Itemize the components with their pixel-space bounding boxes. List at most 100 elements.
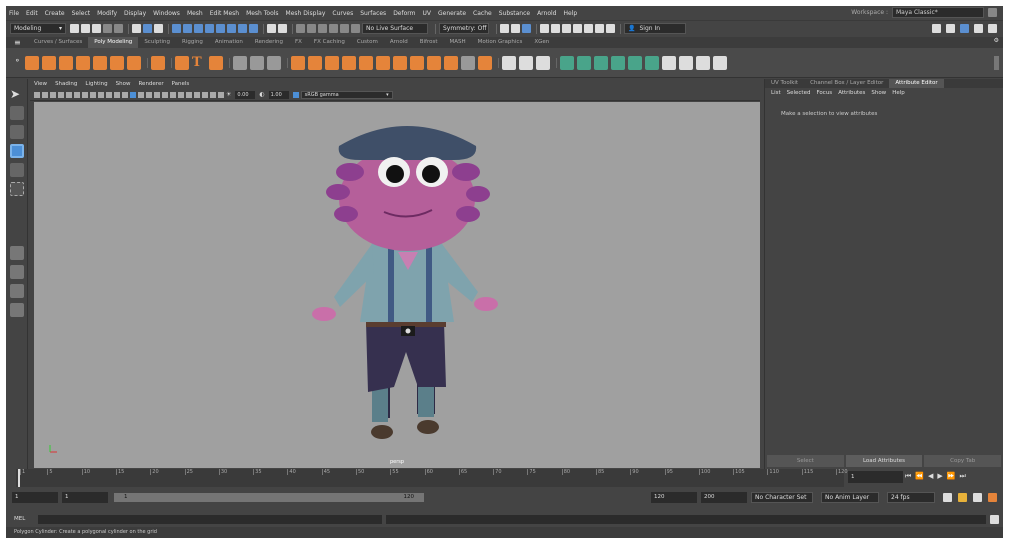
auto-key-icon[interactable]	[958, 492, 967, 502]
shelf-tab-bifrost[interactable]: Bifrost	[414, 37, 444, 48]
poly-cube-icon[interactable]	[42, 55, 56, 70]
mirror-icon[interactable]	[308, 55, 322, 70]
anim-layer-dropdown[interactable]: No Anim Layer	[821, 491, 879, 503]
append-polygon-icon[interactable]	[393, 55, 407, 70]
lasso-tool-icon[interactable]	[10, 106, 24, 120]
menu-curves[interactable]: Curves	[332, 10, 353, 17]
paint-select-icon[interactable]	[10, 125, 24, 139]
arnold-render-icon[interactable]	[595, 24, 604, 33]
menu-mesh-display[interactable]: Mesh Display	[286, 10, 326, 17]
xray-joints-icon[interactable]	[210, 91, 216, 98]
tab-channel-box-layer-editor[interactable]: Channel Box / Layer Editor	[804, 79, 889, 88]
shelf-tab-custom[interactable]: Custom	[351, 37, 384, 48]
hypershade-icon[interactable]	[562, 24, 571, 33]
xray-icon[interactable]	[202, 91, 208, 98]
viewport-menu-renderer[interactable]: Renderer	[138, 81, 163, 87]
tool-settings-icon[interactable]	[974, 24, 983, 33]
select-hierarchy-icon[interactable]	[132, 24, 141, 33]
menu-mesh-tools[interactable]: Mesh Tools	[246, 10, 278, 17]
field-chart-icon[interactable]	[98, 91, 104, 98]
motion-blur-icon[interactable]	[178, 91, 184, 98]
lock-selection-icon[interactable]	[267, 24, 276, 33]
attribute-menu-show[interactable]: Show	[871, 90, 886, 96]
bridge-icon[interactable]	[342, 55, 356, 70]
range-slider[interactable]: 1 120	[114, 492, 424, 502]
menu-select[interactable]: Select	[72, 10, 91, 17]
select-object-icon[interactable]	[143, 24, 152, 33]
command-language-toggle[interactable]: MEL	[14, 516, 34, 522]
load-attributes-button[interactable]: Load Attributes	[845, 455, 923, 467]
shelf-tab-fx-caching[interactable]: FX Caching	[308, 37, 351, 48]
menu-deform[interactable]: Deform	[393, 10, 415, 17]
quad-draw-icon[interactable]	[478, 55, 492, 70]
menu-surfaces[interactable]: Surfaces	[360, 10, 386, 17]
shelf-tab-rendering[interactable]: Rendering	[249, 37, 289, 48]
shelf-tab-rigging[interactable]: Rigging	[176, 37, 209, 48]
snap-grid-icon[interactable]	[296, 24, 305, 33]
connect-icon[interactable]	[444, 55, 458, 70]
light-editor-icon[interactable]	[584, 24, 593, 33]
playback-start-field[interactable]: 1	[62, 491, 108, 503]
sign-in-button[interactable]: 👤 Sign In	[624, 23, 686, 34]
attribute-menu-list[interactable]: List	[771, 90, 781, 96]
insert-edge-loop-icon[interactable]	[461, 55, 475, 70]
combine-icon[interactable]	[233, 55, 247, 70]
menu-arnold[interactable]: Arnold	[537, 10, 556, 17]
poly-torus-icon[interactable]	[93, 55, 107, 70]
shelf-tab-sculpting[interactable]: Sculpting	[138, 37, 176, 48]
viewport-menu-show[interactable]: Show	[116, 81, 131, 87]
time-slider[interactable]: 1 5 10 15 20 25 30 35 40 45 50 55 60 65 70 75 80 85 90 95 10…	[16, 469, 848, 487]
undo-icon[interactable]	[103, 24, 112, 33]
attribute-menu-focus[interactable]: Focus	[816, 90, 832, 96]
render-view-icon[interactable]	[511, 24, 520, 33]
tab-uv-toolkit[interactable]: UV Toolkit	[765, 79, 804, 88]
shelf-tab-animation[interactable]: Animation	[209, 37, 249, 48]
character-set-dropdown[interactable]: No Character Set	[751, 491, 813, 503]
wireframe-icon[interactable]	[122, 91, 128, 98]
select-component-icon[interactable]	[154, 24, 163, 33]
grid-icon[interactable]	[66, 91, 72, 98]
selection-mask-icon[interactable]	[172, 24, 181, 33]
snap-view-icon[interactable]	[329, 24, 338, 33]
bevel-icon[interactable]	[359, 55, 373, 70]
menu-mesh[interactable]: Mesh	[187, 10, 203, 17]
smooth-icon[interactable]	[267, 55, 281, 70]
layout-uv-icon[interactable]	[645, 55, 659, 70]
poly-plane-icon[interactable]	[110, 55, 124, 70]
selection-mask-icon[interactable]	[238, 24, 247, 33]
ipr-render-icon[interactable]	[540, 24, 549, 33]
bookmark-icon[interactable]	[50, 91, 56, 98]
selection-mask-icon[interactable]	[216, 24, 225, 33]
snap-plane-icon[interactable]	[351, 24, 360, 33]
go-to-end-icon[interactable]: ⏭	[960, 472, 966, 481]
render-setup-icon[interactable]	[573, 24, 582, 33]
poly-disc-icon[interactable]	[127, 55, 141, 70]
textured-icon[interactable]	[146, 91, 152, 98]
range-slider-bar[interactable]: 1 120	[114, 492, 424, 502]
animation-preferences-icon[interactable]	[973, 492, 982, 502]
new-scene-icon[interactable]	[70, 24, 79, 33]
menu-windows[interactable]: Windows	[153, 10, 180, 17]
circularize-icon[interactable]	[536, 55, 550, 70]
unfold-uv-icon[interactable]	[628, 55, 642, 70]
film-gate-icon[interactable]	[74, 91, 80, 98]
copy-tab-button[interactable]: Copy Tab	[924, 455, 1002, 467]
fill-hole-icon[interactable]	[376, 55, 390, 70]
boolean-icon[interactable]	[291, 55, 305, 70]
uv-editor-icon[interactable]	[662, 55, 676, 70]
attribute-editor-toggle-icon[interactable]	[960, 24, 969, 33]
lock-icon[interactable]	[988, 8, 997, 17]
planar-uv-icon[interactable]	[560, 55, 574, 70]
attribute-menu-selected[interactable]: Selected	[787, 90, 811, 96]
viewport-menu-view[interactable]: View	[34, 81, 47, 87]
viewport-menu-panels[interactable]: Panels	[172, 81, 190, 87]
menu-help[interactable]: Help	[564, 10, 578, 17]
construction-history-icon[interactable]	[500, 24, 509, 33]
select-tool-icon[interactable]: ➤	[10, 87, 24, 101]
rotate-tool-icon[interactable]	[10, 163, 24, 177]
menu-edit-mesh[interactable]: Edit Mesh	[210, 10, 239, 17]
poly-sphere-icon[interactable]	[25, 55, 39, 70]
playback-end-field[interactable]: 120	[651, 491, 697, 503]
selection-mask-icon[interactable]	[194, 24, 203, 33]
offset-edge-icon[interactable]	[519, 55, 533, 70]
